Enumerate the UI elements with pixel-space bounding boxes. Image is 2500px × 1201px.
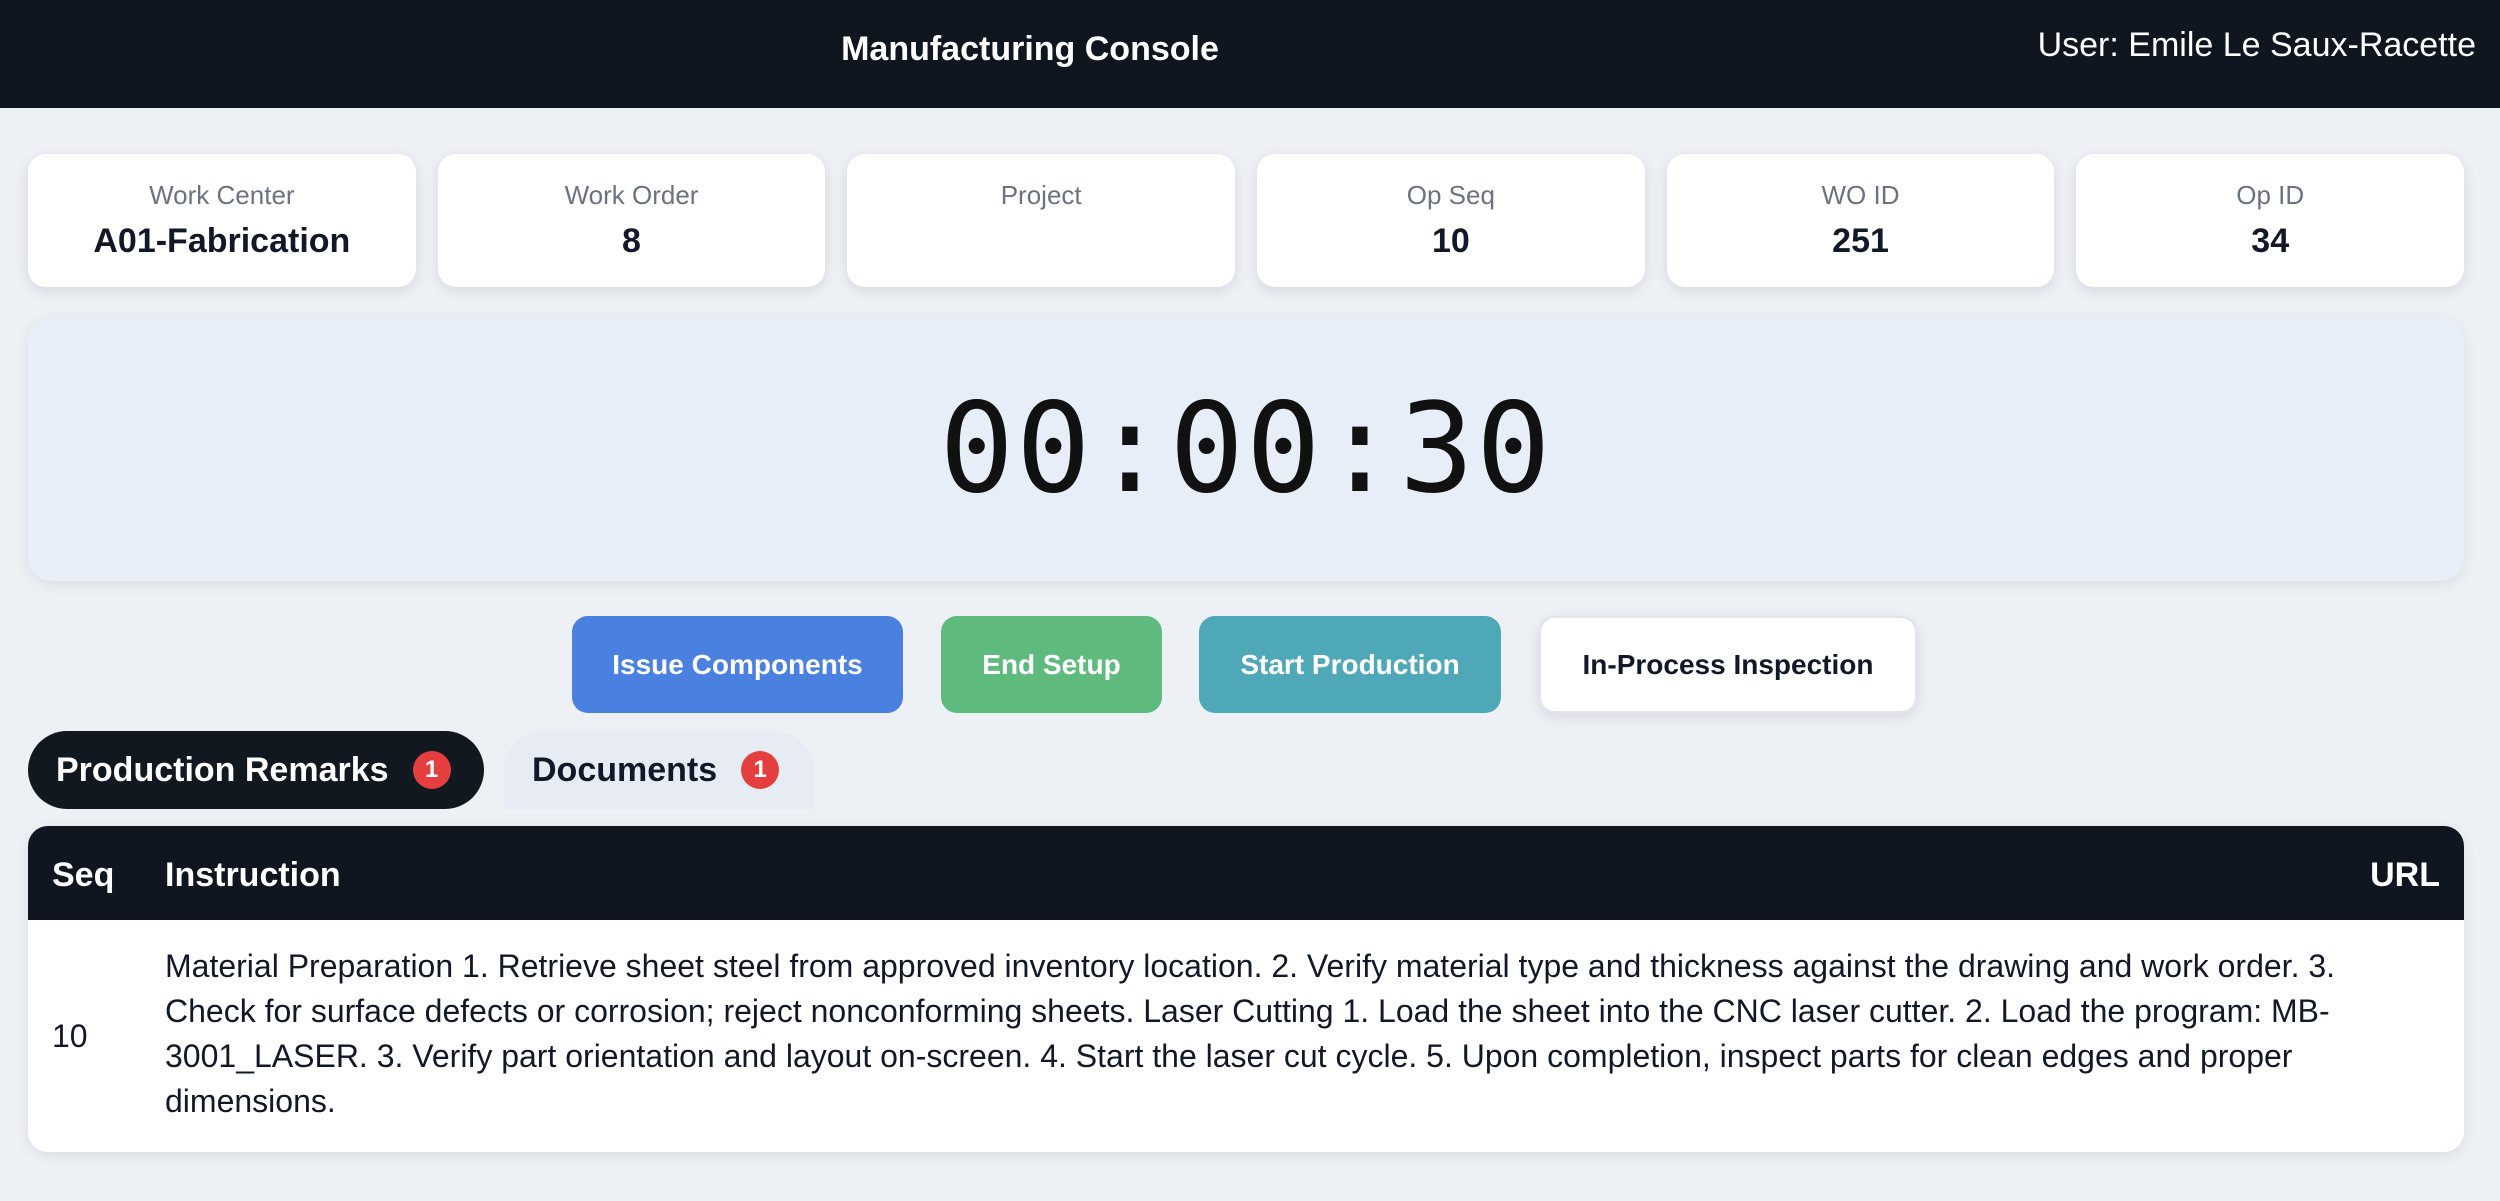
in-process-inspection-button[interactable]: In-Process Inspection	[1539, 616, 1917, 713]
tab-production-remarks-label: Production Remarks	[56, 750, 389, 789]
end-setup-button[interactable]: End Setup	[941, 616, 1162, 713]
top-bar: Manufacturing Console User: Emile Le Sau…	[0, 0, 2500, 108]
wo-id-card: WO ID 251	[1666, 154, 2055, 287]
info-cards: Work Center A01-Fabrication Work Order 8…	[28, 154, 2465, 287]
row-seq-cell: 10	[52, 1017, 88, 1054]
work-center-label: Work Center	[149, 180, 295, 210]
op-seq-card: Op Seq 10	[1257, 154, 1645, 287]
table-row: 10 Material Preparation 1. Retrieve shee…	[28, 920, 2464, 1152]
op-id-value: 34	[2251, 222, 2290, 260]
row-instruction-cell: Material Preparation 1. Retrieve sheet s…	[165, 948, 2336, 1119]
op-seq-label: Op Seq	[1406, 180, 1495, 210]
current-user-label: User: Emile Le Saux-Racette	[2037, 26, 2476, 64]
remarks-table: Seq Instruction URL 10 Material Preparat…	[28, 826, 2464, 1152]
work-order-value: 8	[622, 222, 641, 260]
op-seq-value: 10	[1431, 222, 1470, 260]
work-order-label: Work Order	[564, 180, 699, 210]
wo-id-label: WO ID	[1821, 180, 1900, 210]
column-header-url: URL	[2370, 856, 2440, 894]
project-value	[847, 222, 1235, 262]
tab-production-remarks[interactable]: Production Remarks 1	[28, 731, 484, 809]
column-header-seq: Seq	[52, 856, 115, 894]
start-production-button[interactable]: Start Production	[1199, 616, 1501, 713]
work-center-card: Work Center A01-Fabrication	[28, 154, 416, 287]
elapsed-timer: 00:00:30	[939, 377, 1553, 521]
app-title: Manufacturing Console	[841, 30, 1219, 68]
project-label: Project	[1000, 180, 1082, 210]
op-id-card: Op ID 34	[2076, 154, 2465, 287]
production-remarks-count-badge: 1	[412, 751, 451, 789]
column-header-instruction: Instruction	[165, 856, 341, 894]
work-center-value: A01-Fabrication	[93, 222, 351, 260]
tab-documents[interactable]: Documents 1	[504, 731, 814, 809]
table-header: Seq Instruction URL	[28, 826, 2464, 920]
work-order-card: Work Order 8	[437, 154, 826, 287]
op-id-label: Op ID	[2236, 180, 2305, 210]
timer-panel: 00:00:30	[28, 317, 2464, 581]
issue-components-button[interactable]: Issue Components	[572, 616, 903, 713]
documents-count-badge: 1	[741, 751, 780, 789]
project-card: Project	[847, 154, 1236, 287]
tab-documents-label: Documents	[532, 750, 718, 789]
wo-id-value: 251	[1832, 222, 1889, 260]
